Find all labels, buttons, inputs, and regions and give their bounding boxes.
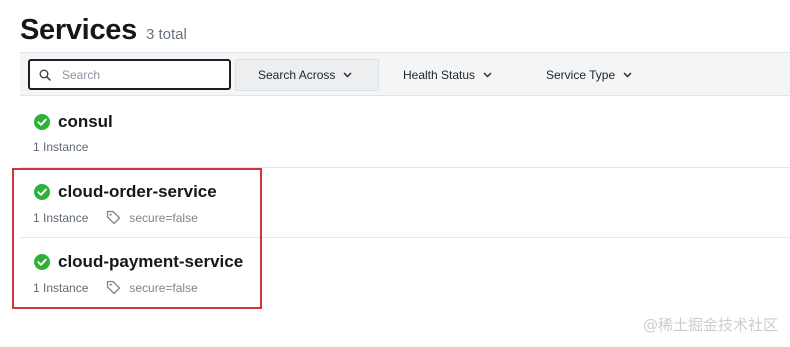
chevron-down-icon <box>343 72 352 78</box>
chevron-down-icon <box>623 72 632 78</box>
service-name: consul <box>58 112 113 131</box>
service-link[interactable]: cloud-payment-service <box>34 252 243 272</box>
service-link[interactable]: cloud-order-service <box>34 182 217 202</box>
service-link[interactable]: consul <box>34 112 113 132</box>
tag-icon <box>107 280 121 295</box>
service-type-label: Service Type <box>546 68 616 82</box>
service-count: 3 total <box>145 26 187 43</box>
chevron-down-icon <box>483 72 492 78</box>
service-name: cloud-order-service <box>58 182 217 201</box>
filter-bar: Search Across Health Status Service Type <box>20 52 790 96</box>
service-meta: 1 Instance <box>33 140 88 154</box>
instance-count: 1 Instance <box>33 280 89 295</box>
check-circle-icon <box>34 184 50 200</box>
search-input[interactable] <box>60 66 214 83</box>
tag-label: secure=false <box>129 210 198 225</box>
check-circle-icon <box>34 254 50 270</box>
health-status-dropdown[interactable]: Health Status <box>403 59 492 91</box>
health-status-label: Health Status <box>403 68 476 82</box>
tag-icon <box>107 210 121 225</box>
instance-count: 1 Instance <box>33 210 89 225</box>
search-icon <box>39 69 51 81</box>
service-meta: 1 Instance secure=false <box>33 280 198 295</box>
service-row[interactable]: cloud-payment-service 1 Instance secure=… <box>20 238 790 308</box>
service-tag: secure=false <box>106 280 198 295</box>
tag-label: secure=false <box>129 280 198 295</box>
service-row[interactable]: cloud-order-service 1 Instance secure=fa… <box>20 168 790 238</box>
search-across-label: Search Across <box>258 68 336 82</box>
service-type-dropdown[interactable]: Service Type <box>546 59 632 91</box>
search-across-dropdown[interactable]: Search Across <box>235 59 379 91</box>
service-tag: secure=false <box>106 210 198 225</box>
check-circle-icon <box>34 114 50 130</box>
service-name: cloud-payment-service <box>58 252 244 271</box>
page-title: Services <box>20 14 137 46</box>
watermark: @稀土掘金技术社区 <box>642 316 778 334</box>
service-meta: 1 Instance secure=false <box>33 210 198 225</box>
instance-count: 1 Instance <box>33 140 89 154</box>
service-row[interactable]: consul 1 Instance <box>20 98 790 168</box>
page-header: Services 3 total <box>20 14 187 47</box>
search-box[interactable] <box>28 59 231 90</box>
